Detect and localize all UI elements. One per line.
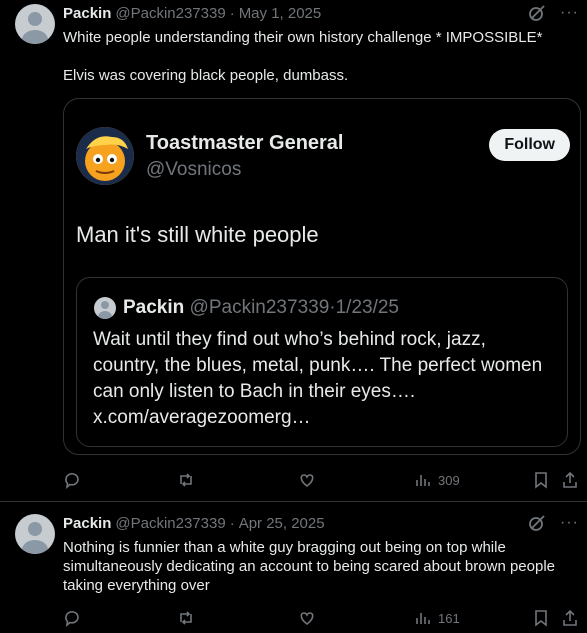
like-button[interactable] — [298, 609, 316, 627]
follow-button[interactable]: Follow — [489, 129, 570, 161]
views-button[interactable]: 309 — [414, 471, 460, 489]
repost-button[interactable] — [177, 471, 195, 489]
repost-button[interactable] — [177, 609, 195, 627]
separator-dot: · — [229, 5, 235, 22]
tweet[interactable]: Packin @Packin237339 · May 1, 2025 ··· W… — [0, 0, 587, 500]
grok-icon[interactable] — [528, 4, 546, 22]
tweet-header: Packin @Packin237339 · Apr 25, 2025 — [63, 515, 325, 533]
repost-icon — [180, 473, 192, 487]
reply-icon — [65, 611, 79, 627]
nested-author-name[interactable]: Packin — [123, 297, 184, 318]
avatar[interactable] — [94, 297, 116, 319]
heart-icon — [300, 612, 314, 625]
views-chart-icon — [416, 613, 430, 624]
share-button[interactable] — [561, 471, 579, 489]
views-count: 309 — [438, 472, 460, 488]
share-icon — [563, 609, 577, 626]
share-icon — [563, 471, 577, 488]
tweet-actions: 309 — [63, 470, 579, 490]
nested-tweet-date[interactable]: 1/23/25 — [336, 297, 399, 318]
author-handle[interactable]: @Packin237339 — [115, 5, 225, 23]
quoted-tweet[interactable]: Toastmaster General @Vosnicos Follow Man… — [63, 98, 581, 455]
more-options-icon[interactable]: ··· — [560, 4, 579, 22]
author-handle[interactable]: @Packin237339 — [115, 515, 225, 533]
bookmark-button[interactable] — [532, 609, 550, 627]
views-chart-icon — [416, 475, 430, 486]
views-button[interactable]: 161 — [414, 609, 460, 627]
quoted-author-name[interactable]: Toastmaster General — [146, 132, 344, 155]
heart-icon — [300, 474, 314, 487]
reply-button[interactable] — [63, 609, 81, 627]
bookmark-button[interactable] — [532, 471, 550, 489]
quoted-author-handle[interactable]: @Vosnicos — [146, 159, 241, 181]
bookmark-icon — [535, 472, 547, 489]
tweet[interactable]: Packin @Packin237339 · Apr 25, 2025 ··· … — [0, 502, 587, 633]
share-button[interactable] — [561, 609, 579, 627]
avatar[interactable] — [76, 127, 134, 185]
tweet-date[interactable]: May 1, 2025 — [239, 5, 322, 23]
views-count: 161 — [438, 610, 460, 626]
nested-quote-header: Packin @Packin237339·1/23/25 — [123, 297, 399, 319]
tweet-text: White people understanding their own his… — [63, 29, 543, 84]
author-name[interactable]: Packin — [63, 515, 111, 533]
grok-icon[interactable] — [528, 514, 546, 532]
reply-button[interactable] — [63, 471, 81, 489]
nested-quote-text: Wait until they find out who’s behind ro… — [93, 329, 543, 428]
tweet-actions: 161 — [63, 608, 579, 628]
reply-icon — [65, 473, 79, 489]
quoted-tweet-text: Man it's still white people — [76, 222, 319, 247]
tweet-header: Packin @Packin237339 · May 1, 2025 — [63, 5, 321, 23]
tweet-top-icons: ··· — [528, 514, 579, 532]
nested-author-handle[interactable]: @Packin237339 — [190, 297, 330, 318]
nested-quoted-tweet[interactable]: Packin @Packin237339·1/23/25 Wait until … — [76, 277, 568, 447]
author-name[interactable]: Packin — [63, 5, 111, 23]
tweet-top-icons: ··· — [528, 4, 579, 22]
bookmark-icon — [535, 610, 547, 627]
separator-dot: · — [229, 515, 235, 532]
repost-icon — [180, 611, 192, 625]
tweet-text: Nothing is funnier than a white guy brag… — [63, 539, 560, 594]
more-options-icon[interactable]: ··· — [560, 514, 579, 532]
avatar[interactable] — [15, 4, 55, 44]
tweet-date[interactable]: Apr 25, 2025 — [239, 515, 325, 533]
like-button[interactable] — [298, 471, 316, 489]
avatar[interactable] — [15, 514, 55, 554]
